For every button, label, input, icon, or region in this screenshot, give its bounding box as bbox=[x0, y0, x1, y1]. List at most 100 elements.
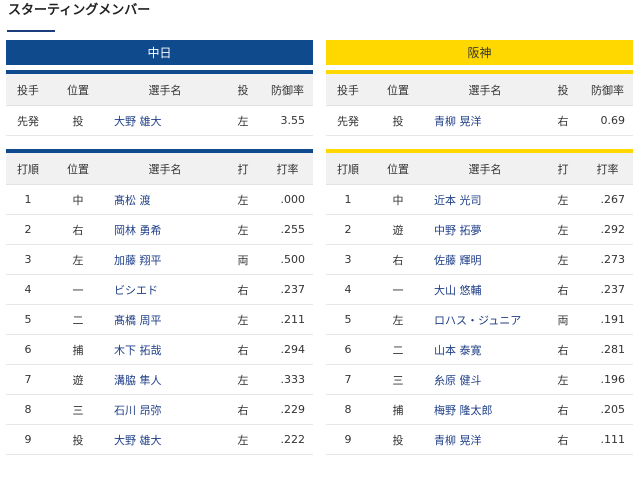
pitcher-header-row: 投手 位置 選手名 投 防御率 bbox=[326, 72, 633, 106]
player-name-link[interactable]: 岡林 勇希 bbox=[106, 214, 224, 245]
bats: 左 bbox=[224, 424, 262, 455]
header-cell: 防御率 bbox=[582, 72, 633, 106]
header-cell: 選手名 bbox=[106, 72, 224, 106]
table-row: 3 右佐藤 輝明左 .273 bbox=[326, 244, 633, 275]
bats: 右 bbox=[544, 334, 582, 365]
batting-header-row: 打順 位置 選手名 打 打率 bbox=[326, 151, 633, 185]
cell: 0.69 bbox=[582, 105, 633, 136]
player-name-link[interactable]: 青柳 晃洋 bbox=[426, 424, 544, 455]
bats: 左 bbox=[544, 244, 582, 275]
batting-order: 9 bbox=[6, 424, 50, 455]
table-row: 先発 投 大野 雄大 左 3.55 bbox=[6, 105, 313, 136]
page-title: スターティングメンバー bbox=[8, 3, 151, 18]
header-cell: 打 bbox=[544, 151, 582, 185]
bats: 左 bbox=[224, 214, 262, 245]
team-banner-home: 中日 bbox=[6, 40, 313, 65]
player-name-link[interactable]: 近本 光司 bbox=[426, 184, 544, 215]
player-name-link[interactable]: 中野 拓夢 bbox=[426, 214, 544, 245]
batting-average: .237 bbox=[262, 274, 313, 305]
position: 右 bbox=[370, 244, 426, 275]
header-cell: 打率 bbox=[262, 151, 313, 185]
header-cell: 打順 bbox=[6, 151, 50, 185]
bats: 両 bbox=[224, 244, 262, 275]
player-name-link[interactable]: 髙橋 周平 bbox=[106, 304, 224, 335]
batting-order: 4 bbox=[6, 274, 50, 305]
position: 遊 bbox=[50, 364, 106, 395]
player-name-link[interactable]: 山本 泰寛 bbox=[426, 334, 544, 365]
batting-order: 2 bbox=[326, 214, 370, 245]
player-name-link[interactable]: ビシエド bbox=[106, 274, 224, 305]
player-name-link[interactable]: 髙松 渡 bbox=[106, 184, 224, 215]
position: 遊 bbox=[370, 214, 426, 245]
table-row: 8 三石川 昂弥右 .229 bbox=[6, 394, 313, 425]
table-row: 先発 投 青柳 晃洋 右 0.69 bbox=[326, 105, 633, 136]
batting-order: 8 bbox=[6, 394, 50, 425]
batting-order: 4 bbox=[326, 274, 370, 305]
header-cell: 位置 bbox=[370, 72, 426, 106]
table-row: 5 二髙橋 周平左 .211 bbox=[6, 304, 313, 335]
cell: 投 bbox=[50, 105, 106, 136]
table-row: 2 右岡林 勇希左 .255 bbox=[6, 214, 313, 245]
batting-average: .500 bbox=[262, 244, 313, 275]
header-cell: 選手名 bbox=[106, 151, 224, 185]
batting-average: .111 bbox=[582, 424, 633, 455]
header-cell: 位置 bbox=[50, 72, 106, 106]
player-name-link[interactable]: 梅野 隆太郎 bbox=[426, 394, 544, 425]
table-row: 9 投青柳 晃洋右 .111 bbox=[326, 424, 633, 455]
table-row: 4 一ビシエド右 .237 bbox=[6, 274, 313, 305]
table-row: 1 中髙松 渡左 .000 bbox=[6, 184, 313, 215]
player-name-link[interactable]: 大野 雄大 bbox=[106, 105, 224, 136]
table-row: 6 捕木下 拓哉右 .294 bbox=[6, 334, 313, 365]
position: 左 bbox=[370, 304, 426, 335]
batting-average: .237 bbox=[582, 274, 633, 305]
player-name-link[interactable]: ロハス・ジュニア bbox=[426, 304, 544, 335]
bats: 左 bbox=[544, 214, 582, 245]
batting-average: .222 bbox=[262, 424, 313, 455]
bats: 右 bbox=[544, 274, 582, 305]
batting-average: .333 bbox=[262, 364, 313, 395]
header-cell: 投 bbox=[224, 72, 262, 106]
cell: 投 bbox=[370, 105, 426, 136]
position: 二 bbox=[370, 334, 426, 365]
pitcher-table-away: 投手 位置 選手名 投 防御率 先発 投 青柳 晃洋 右 0.69 bbox=[326, 70, 633, 136]
batting-order: 9 bbox=[326, 424, 370, 455]
player-name-link[interactable]: 青柳 晃洋 bbox=[426, 105, 544, 136]
team-name-away: 阪神 bbox=[467, 46, 492, 60]
bats: 両 bbox=[544, 304, 582, 335]
header-cell: 位置 bbox=[50, 151, 106, 185]
batting-average: .273 bbox=[582, 244, 633, 275]
batting-body-away: 1 中近本 光司左 .267 2 遊中野 拓夢左 .292 3 右佐藤 輝明左 .273 4 一大山… bbox=[326, 184, 633, 455]
player-name-link[interactable]: 糸原 健斗 bbox=[426, 364, 544, 395]
batting-order: 6 bbox=[6, 334, 50, 365]
batting-order: 8 bbox=[326, 394, 370, 425]
bats: 左 bbox=[544, 184, 582, 215]
header-cell: 打順 bbox=[326, 151, 370, 185]
header-cell: 投手 bbox=[6, 72, 50, 106]
player-name-link[interactable]: 加藤 翔平 bbox=[106, 244, 224, 275]
player-name-link[interactable]: 佐藤 輝明 bbox=[426, 244, 544, 275]
bats: 左 bbox=[544, 364, 582, 395]
header-cell: 防御率 bbox=[262, 72, 313, 106]
batting-order: 1 bbox=[6, 184, 50, 215]
batting-order: 2 bbox=[6, 214, 50, 245]
table-row: 4 一大山 悠輔右 .237 bbox=[326, 274, 633, 305]
bats: 左 bbox=[224, 184, 262, 215]
title-underline bbox=[7, 30, 55, 32]
table-row: 3 左加藤 翔平両 .500 bbox=[6, 244, 313, 275]
position: 中 bbox=[370, 184, 426, 215]
player-name-link[interactable]: 石川 昂弥 bbox=[106, 394, 224, 425]
table-row: 7 遊溝脇 隼人左 .333 bbox=[6, 364, 313, 395]
player-name-link[interactable]: 大山 悠輔 bbox=[426, 274, 544, 305]
player-name-link[interactable]: 大野 雄大 bbox=[106, 424, 224, 455]
player-name-link[interactable]: 溝脇 隼人 bbox=[106, 364, 224, 395]
cell: 3.55 bbox=[262, 105, 313, 136]
position: 三 bbox=[50, 394, 106, 425]
position: 捕 bbox=[50, 334, 106, 365]
player-name-link[interactable]: 木下 拓哉 bbox=[106, 334, 224, 365]
batting-order: 5 bbox=[6, 304, 50, 335]
header-cell: 打 bbox=[224, 151, 262, 185]
bats: 右 bbox=[224, 334, 262, 365]
batting-average: .292 bbox=[582, 214, 633, 245]
header-cell: 位置 bbox=[370, 151, 426, 185]
batting-order: 3 bbox=[326, 244, 370, 275]
